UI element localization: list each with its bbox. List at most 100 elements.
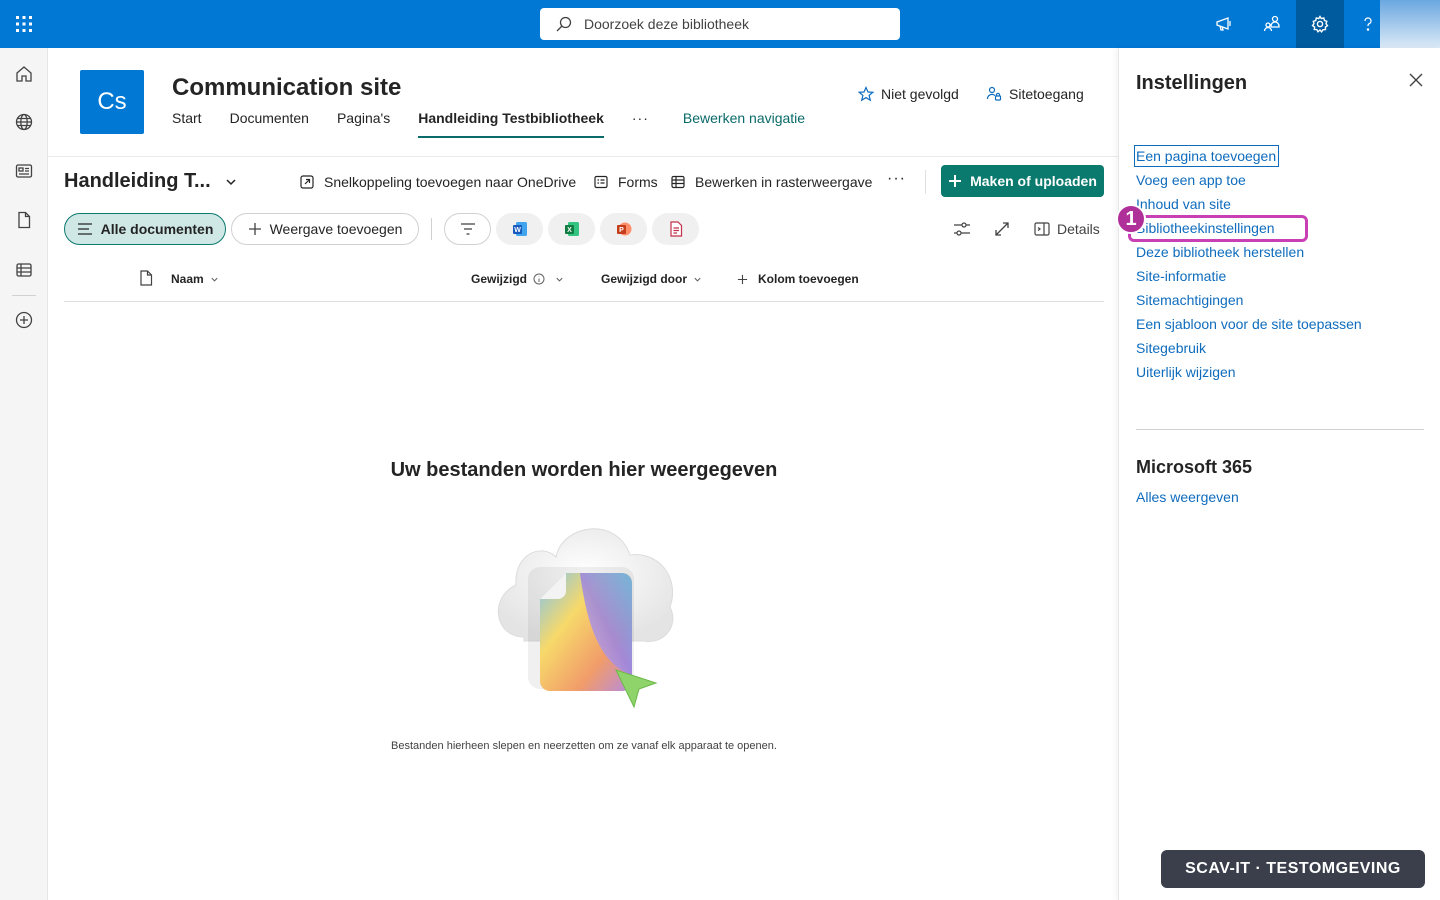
grid-label: Bewerken in rasterweergave bbox=[695, 174, 873, 190]
svg-text:X: X bbox=[567, 227, 572, 234]
powerpoint-icon: P bbox=[616, 222, 631, 236]
library-title[interactable]: Handleiding T... bbox=[64, 170, 237, 193]
nav-handleiding-testbibliotheek[interactable]: Handleiding Testbibliotheek bbox=[418, 110, 604, 138]
link-view-all[interactable]: Alles weergeven bbox=[1136, 488, 1239, 506]
details-button[interactable]: Details bbox=[1034, 221, 1100, 237]
expand-icon[interactable] bbox=[992, 219, 1012, 239]
nav-documenten[interactable]: Documenten bbox=[230, 110, 309, 132]
column-name[interactable]: Naam bbox=[171, 272, 219, 286]
link-site-information[interactable]: Site-informatie bbox=[1136, 267, 1226, 285]
home-icon[interactable] bbox=[0, 54, 48, 94]
people-lock-icon bbox=[986, 86, 1002, 101]
search-box[interactable] bbox=[540, 8, 900, 40]
filter-powerpoint-button[interactable]: P bbox=[600, 213, 647, 245]
settings-panel-title: Instellingen bbox=[1136, 72, 1248, 94]
add-circle-icon[interactable] bbox=[0, 300, 48, 340]
microsoft-365-heading: Microsoft 365 bbox=[1136, 457, 1253, 477]
list-icon[interactable] bbox=[0, 250, 48, 290]
follow-label: Niet gevolgd bbox=[881, 86, 959, 102]
nav-start[interactable]: Start bbox=[172, 110, 202, 132]
list-lines-icon bbox=[77, 223, 92, 235]
rail-divider bbox=[12, 295, 36, 296]
link-change-look[interactable]: Uiterlijk wijzigen bbox=[1136, 363, 1236, 381]
app-rail bbox=[0, 48, 48, 900]
access-label: Sitetoegang bbox=[1009, 86, 1084, 102]
settings-panel-divider bbox=[1136, 429, 1424, 430]
library-title-text: Handleiding T... bbox=[64, 170, 211, 192]
file-type-column-icon[interactable] bbox=[133, 270, 153, 286]
filter-excel-button[interactable]: X bbox=[548, 213, 595, 245]
nav-more-button[interactable]: ··· bbox=[632, 110, 649, 132]
add-view-button[interactable]: Weergave toevoegen bbox=[231, 213, 419, 245]
globe-icon[interactable] bbox=[0, 102, 48, 142]
link-site-contents[interactable]: Inhoud van site bbox=[1136, 195, 1231, 213]
gear-icon[interactable] bbox=[1296, 0, 1344, 48]
document-icon[interactable] bbox=[0, 200, 48, 240]
share-people-icon[interactable] bbox=[1248, 0, 1296, 48]
add-column-button[interactable]: Kolom toevoegen bbox=[737, 272, 859, 286]
views-divider bbox=[431, 218, 432, 240]
edit-navigation-link[interactable]: Bewerken navigatie bbox=[683, 110, 805, 132]
cloud-file-illustration bbox=[484, 515, 684, 720]
link-site-usage[interactable]: Sitegebruik bbox=[1136, 339, 1206, 357]
column-modified[interactable]: Gewijzigd bbox=[471, 272, 564, 286]
filter-word-button[interactable]: W bbox=[496, 213, 543, 245]
view-options-icon[interactable] bbox=[952, 219, 972, 239]
nav-paginas[interactable]: Pagina's bbox=[337, 110, 390, 132]
column-modified-by-label: Gewijzigd door bbox=[601, 272, 687, 286]
plus-icon bbox=[248, 223, 261, 235]
excel-icon: X bbox=[564, 222, 579, 236]
waffle-icon[interactable] bbox=[0, 0, 48, 48]
filter-button[interactable] bbox=[444, 213, 491, 245]
site-logo[interactable]: Cs bbox=[80, 70, 144, 134]
column-modified-label: Gewijzigd bbox=[471, 272, 528, 286]
annotation-step-badge: 1 bbox=[1116, 204, 1146, 234]
chevron-down-icon bbox=[556, 277, 563, 282]
edit-grid-view-button[interactable]: Bewerken in rasterweergave bbox=[670, 172, 872, 192]
column-name-label: Naam bbox=[171, 272, 204, 286]
chevron-down-icon bbox=[226, 178, 236, 185]
view-all-documents[interactable]: Alle documenten bbox=[64, 213, 226, 245]
link-apply-site-template[interactable]: Een sjabloon voor de site toepassen bbox=[1136, 315, 1362, 333]
add-column-label: Kolom toevoegen bbox=[758, 272, 859, 286]
forms-button[interactable]: Forms bbox=[593, 172, 658, 192]
site-title[interactable]: Communication site bbox=[172, 74, 401, 102]
grid-icon bbox=[671, 175, 685, 189]
forms-label: Forms bbox=[618, 174, 658, 190]
view-all-documents-label: Alle documenten bbox=[100, 221, 214, 237]
add-shortcut-onedrive-button[interactable]: Snelkoppeling toevoegen naar OneDrive bbox=[299, 172, 576, 192]
chevron-down-icon bbox=[211, 277, 218, 282]
megaphone-icon[interactable] bbox=[1200, 0, 1248, 48]
command-more-button[interactable]: ··· bbox=[887, 170, 906, 188]
search-input[interactable] bbox=[584, 16, 874, 32]
info-icon bbox=[533, 273, 545, 285]
info-pane-icon bbox=[1034, 222, 1050, 236]
filter-icon bbox=[460, 223, 475, 235]
svg-text:W: W bbox=[514, 227, 521, 234]
filter-pdf-button[interactable] bbox=[652, 213, 699, 245]
close-icon[interactable] bbox=[1406, 70, 1426, 90]
follow-button[interactable]: Niet gevolgd bbox=[858, 86, 959, 102]
create-upload-button[interactable]: Maken of uploaden bbox=[941, 165, 1104, 197]
shortcut-label: Snelkoppeling toevoegen naar OneDrive bbox=[324, 174, 577, 190]
environment-watermark: SCAV-IT · TESTOMGEVING bbox=[1161, 850, 1425, 888]
link-restore-library[interactable]: Deze bibliotheek herstellen bbox=[1136, 243, 1304, 261]
link-site-permissions[interactable]: Sitemachtigingen bbox=[1136, 291, 1243, 309]
shortcut-arrow-icon bbox=[300, 175, 314, 189]
news-icon[interactable] bbox=[0, 151, 48, 191]
word-icon: W bbox=[512, 222, 527, 236]
search-icon bbox=[556, 16, 572, 32]
link-add-app[interactable]: Voeg een app toe bbox=[1136, 171, 1246, 189]
header-divider bbox=[48, 156, 1118, 157]
plus-icon bbox=[949, 175, 962, 187]
column-modified-by[interactable]: Gewijzigd door bbox=[601, 272, 702, 286]
create-upload-label: Maken of uploaden bbox=[970, 173, 1097, 189]
command-divider bbox=[925, 170, 926, 194]
svg-text:P: P bbox=[619, 227, 624, 234]
suite-bar bbox=[0, 0, 1440, 58]
plus-icon bbox=[737, 274, 748, 284]
site-access-button[interactable]: Sitetoegang bbox=[986, 86, 1084, 102]
forms-icon bbox=[594, 175, 608, 189]
details-label: Details bbox=[1057, 221, 1100, 237]
link-add-page[interactable]: Een pagina toevoegen bbox=[1133, 145, 1280, 167]
